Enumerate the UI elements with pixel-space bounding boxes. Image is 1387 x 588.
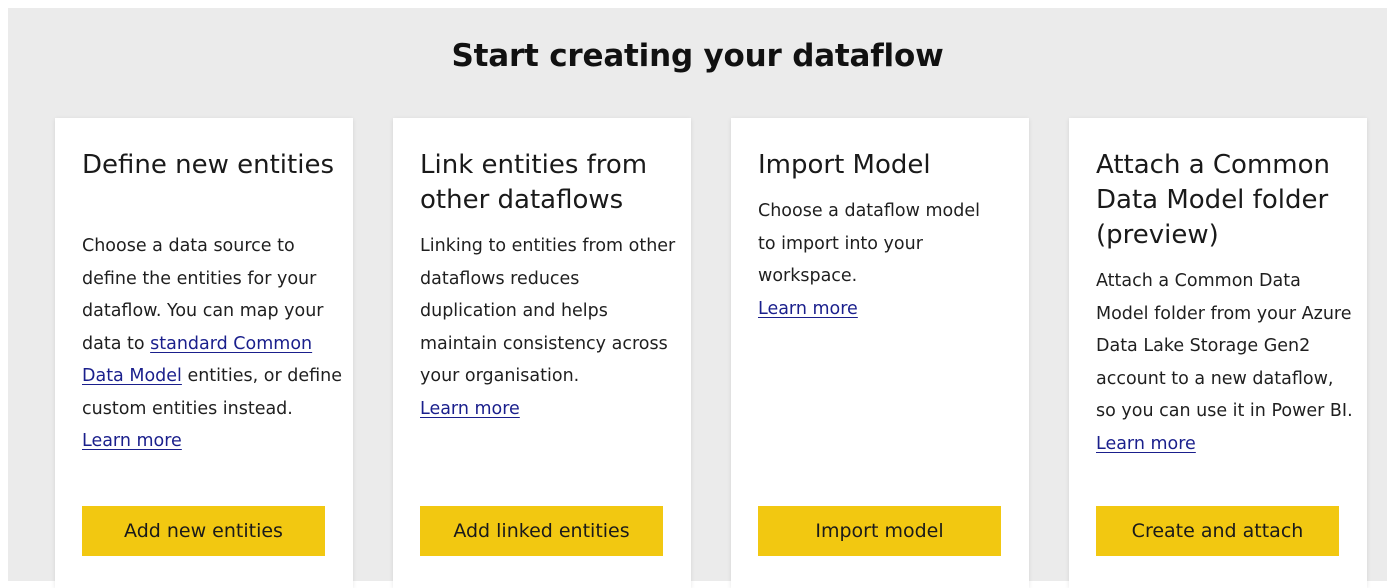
card-define-new-entities: Define new entities Choose a data source… [55,118,353,588]
card-link-entities: Link entities from other dataflows Linki… [393,118,691,588]
card-description: Attach a Common Data Model folder from y… [1096,265,1356,460]
card-title: Define new entities [82,150,334,180]
card-attach-cdm-folder: Attach a Common Data Model folder (previ… [1069,118,1367,588]
create-and-attach-button[interactable]: Create and attach [1096,506,1339,556]
card-title: Link entities from other dataflows [420,150,648,215]
dataflow-start-panel: Start creating your dataflow Define new … [8,8,1387,588]
card-description: Linking to entities from other dataflows… [420,230,680,425]
learn-more-link[interactable]: Learn more [420,393,520,426]
card-description-text: Linking to entities from other dataflows… [420,236,676,386]
import-model-button[interactable]: Import model [758,506,1001,556]
card-import-model: Import Model Choose a dataflow model to … [731,118,1029,588]
card-title: Attach a Common Data Model folder (previ… [1096,150,1330,250]
page-title: Start creating your dataflow [451,38,944,74]
card-description: Choose a data source to define the entit… [82,230,342,458]
add-linked-entities-button[interactable]: Add linked entities [420,506,663,556]
learn-more-link[interactable]: Learn more [758,293,858,326]
learn-more-link[interactable]: Learn more [82,425,182,458]
add-new-entities-button[interactable]: Add new entities [82,506,325,556]
learn-more-link[interactable]: Learn more [1096,428,1196,461]
card-title: Import Model [758,150,931,180]
card-description-text: Attach a Common Data Model folder from y… [1096,271,1353,421]
card-description-text: Choose a dataflow model to import into y… [758,201,980,286]
card-description: Choose a dataflow model to import into y… [758,195,998,325]
